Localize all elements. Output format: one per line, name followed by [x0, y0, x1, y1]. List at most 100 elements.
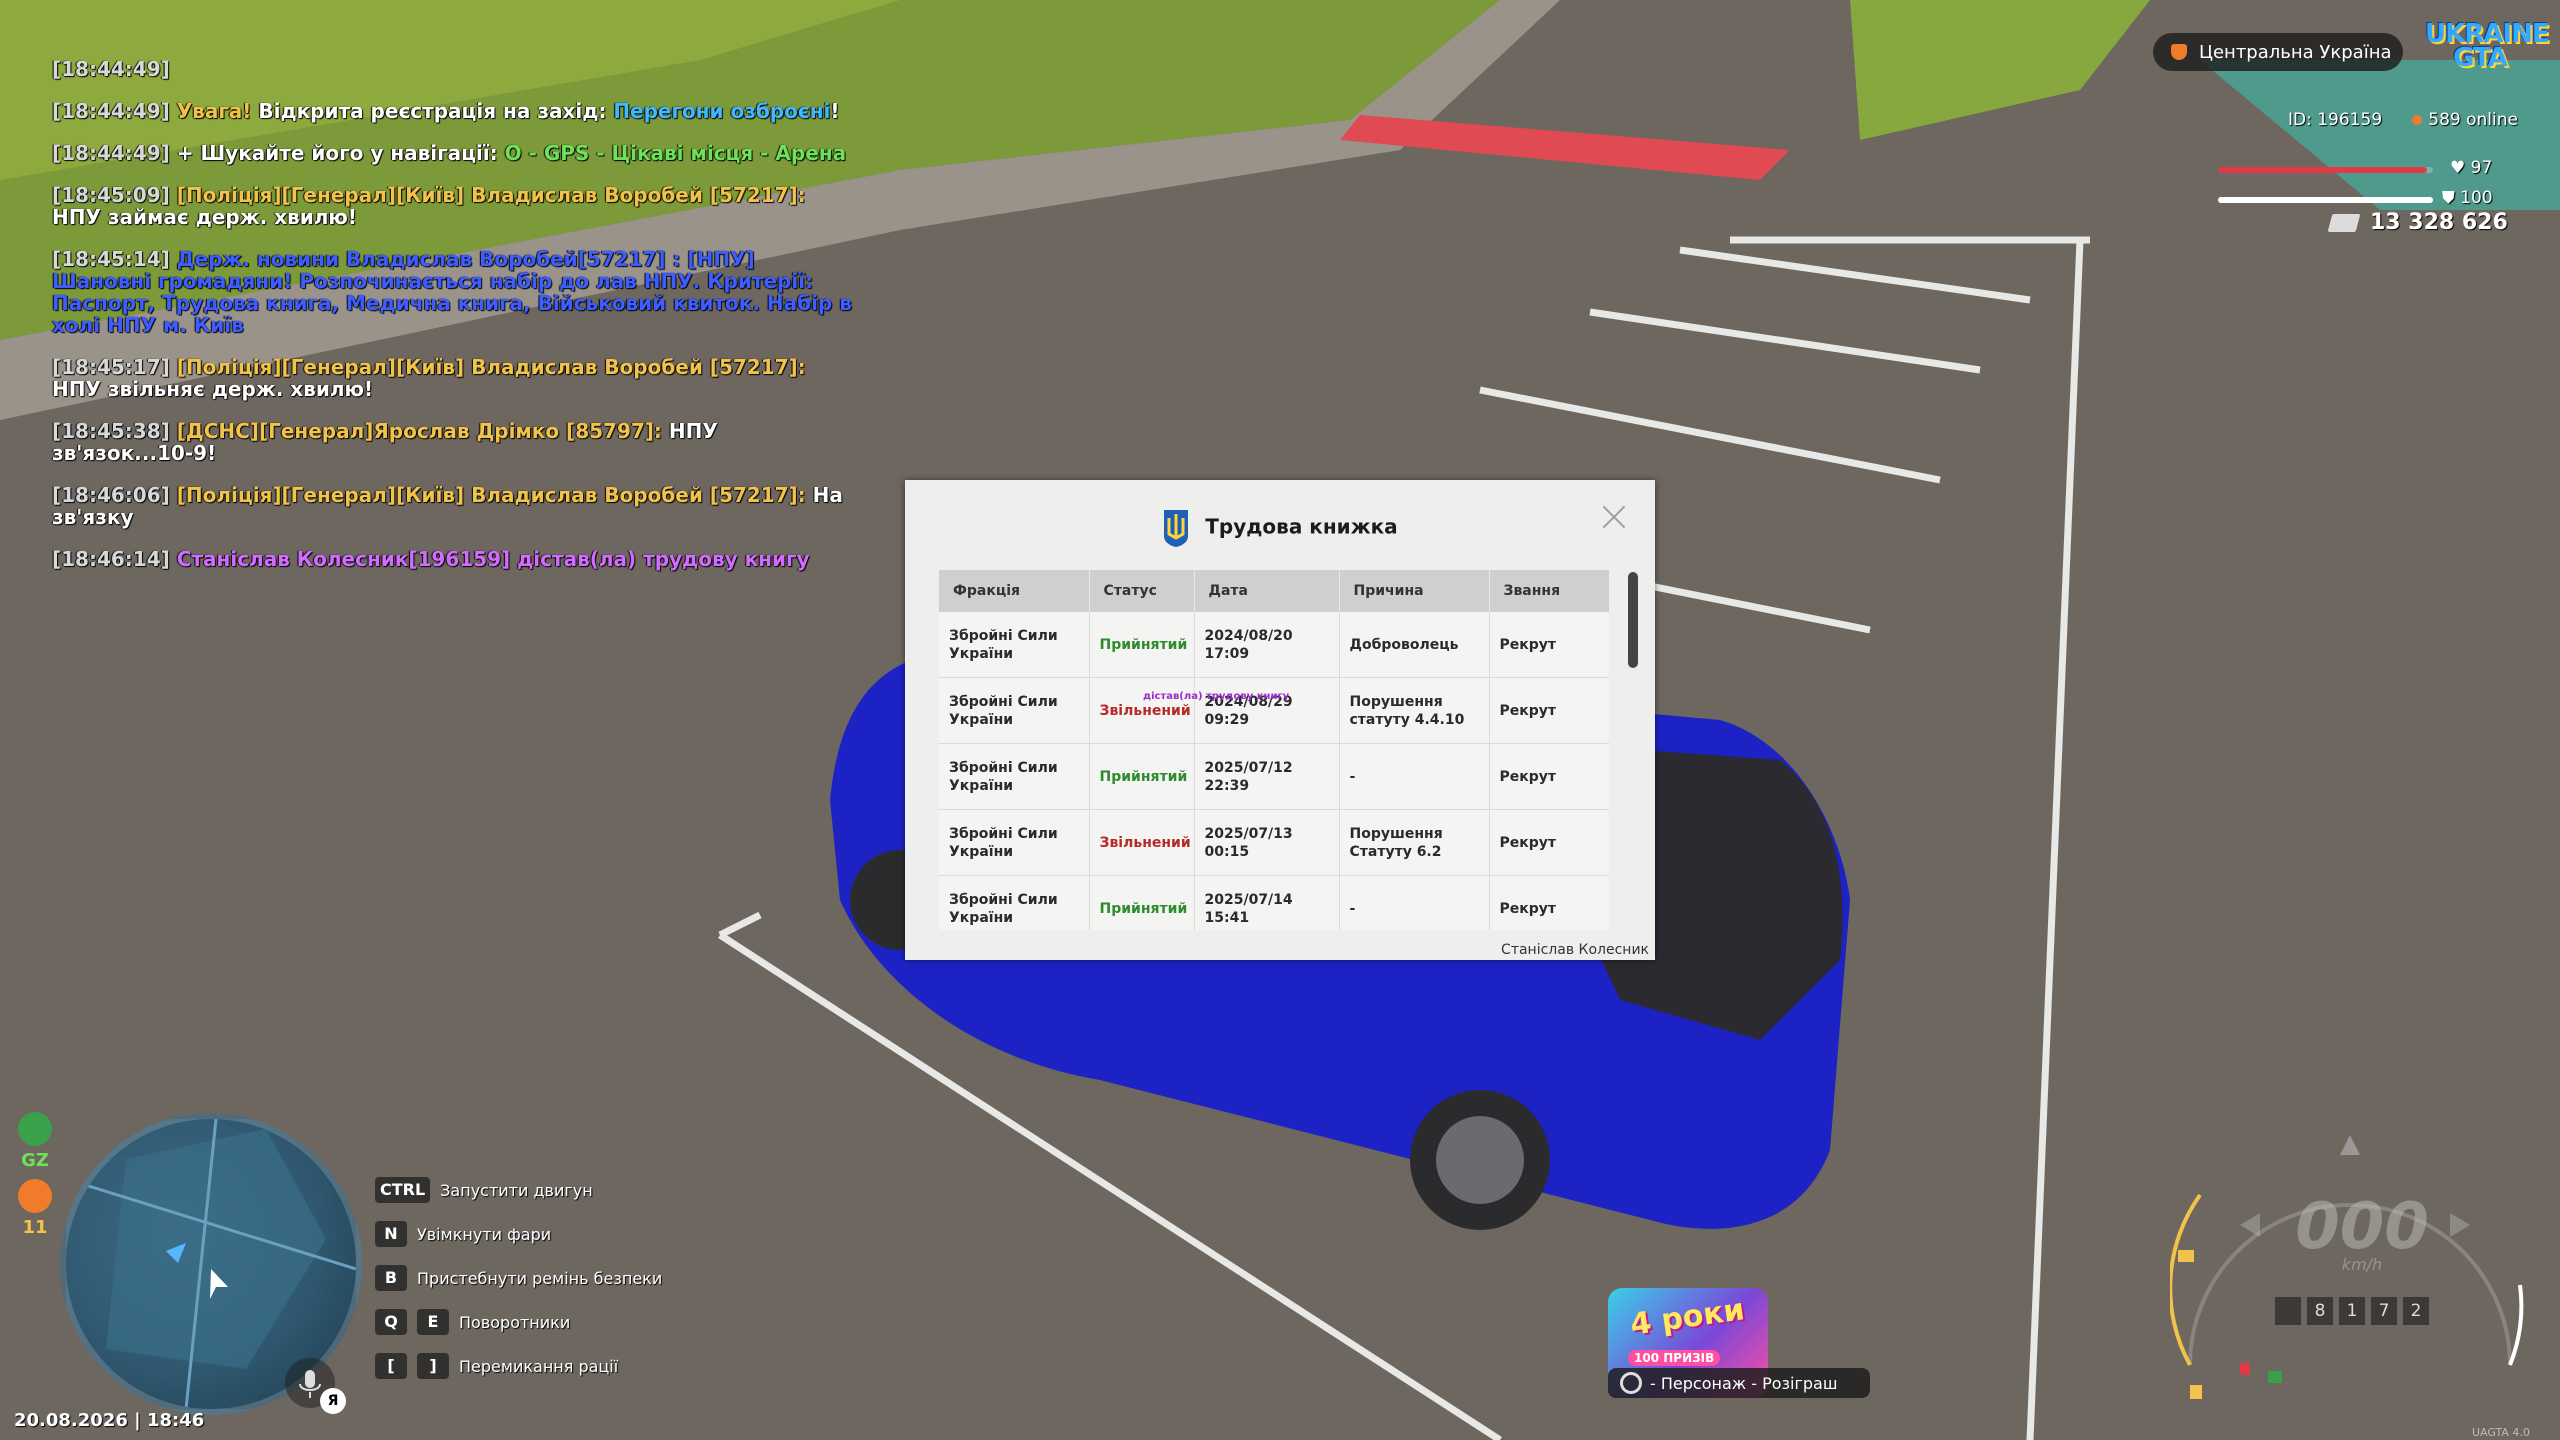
- key-cap: E: [417, 1309, 449, 1335]
- cell-rank: Рекрут: [1489, 809, 1609, 876]
- armor-bar-track: [2218, 197, 2433, 203]
- chat-line: [18:45:17] [Поліція][Генерал][Київ] Влад…: [52, 356, 852, 400]
- key-cap: [: [375, 1353, 407, 1379]
- chat-text: [Поліція][Генерал][Київ] Владислав Вороб…: [176, 183, 806, 207]
- chat-timestamp: [18:45:09]: [52, 183, 170, 207]
- chat-timestamp: [18:44:49]: [52, 57, 170, 81]
- cell-date: 2025/07/12 22:39: [1194, 743, 1340, 810]
- cell-status: Прийнятий: [1089, 875, 1195, 930]
- chat-line: [18:45:09] [Поліція][Генерал][Київ] Влад…: [52, 184, 852, 228]
- promo-banner[interactable]: 4 роки 100 ПРИЗІВ - Персонаж - Розіграш: [1600, 1240, 1870, 1400]
- key-cap: ]: [417, 1353, 449, 1379]
- chat-line: [18:44:49] + Шукайте його у навігації: O…: [52, 142, 852, 164]
- health-bar-fill: [2218, 167, 2427, 173]
- table-row: Збройні Сили України Прийнятий 2024/08/20 …: [939, 612, 1609, 678]
- money-display: 13 328 626: [2327, 210, 2510, 235]
- lock-icon: [2178, 1250, 2194, 1262]
- cell-faction: Збройні Сили України: [939, 612, 1090, 678]
- cell-status: Прийнятий: [1089, 743, 1195, 810]
- fuel-icon: [2190, 1385, 2202, 1399]
- work-book-modal: Трудова книжка Фракція Статус Дата Причи…: [905, 480, 1655, 960]
- chat-line: [18:44:49]: [52, 58, 852, 80]
- modal-title: Трудова книжка: [1205, 514, 1398, 539]
- col-date: Дата: [1194, 570, 1340, 612]
- promo-action-bar: - Персонаж - Розіграш: [1608, 1368, 1870, 1398]
- chat-text: [Поліція][Генерал][Київ] Владислав Вороб…: [176, 355, 806, 379]
- cell-date: 2025/07/13 00:15: [1194, 809, 1340, 876]
- table-row: Збройні Сили України Звільнений 2024/08/29…: [939, 677, 1609, 744]
- armor-icon-value: ⛊ 100: [2442, 188, 2493, 208]
- cell-date: 2024/08/20 17:09: [1194, 612, 1340, 678]
- odometer-digit: 1: [2339, 1297, 2365, 1325]
- warning-triangle-icon: [2340, 1135, 2360, 1155]
- region-name: Центральна Україна: [2199, 41, 2392, 63]
- health-bar-track: [2218, 167, 2433, 173]
- key-hint-label: Запустити двигун: [440, 1180, 593, 1200]
- col-faction: Фракція: [939, 570, 1090, 612]
- chat-text: НПУ займає держ. хвилю!: [52, 205, 357, 229]
- online-icon: [2412, 115, 2423, 125]
- armor-bar-fill: [2218, 197, 2433, 203]
- chat-text: [Поліція][Генерал][Київ] Владислав Вороб…: [176, 483, 806, 507]
- cell-faction: Збройні Сили України: [939, 809, 1090, 876]
- fuel-low-icon: [2240, 1363, 2250, 1375]
- table-scrollbar[interactable]: [1628, 572, 1638, 668]
- key-hint: CTRL Запустити двигун: [375, 1175, 662, 1205]
- money-icon: [2327, 213, 2361, 232]
- promo-action-text: - Персонаж - Розіграш: [1650, 1373, 1838, 1393]
- cell-date: 2024/08/29 09:29: [1194, 677, 1340, 744]
- chat-text: Станіслав Колесник[196159] дістав(ла) тр…: [176, 547, 810, 571]
- left-turn-icon: [2240, 1213, 2260, 1237]
- record-owner: Станіслав Колесник: [1501, 942, 1649, 958]
- o-key-icon: [1620, 1372, 1642, 1394]
- key-hint-label: Пристебнути ремінь безпеки: [417, 1268, 663, 1288]
- cell-date: 2025/07/14 15:41: [1194, 875, 1340, 930]
- key-hint: [] Перемикання рації: [375, 1351, 662, 1381]
- chat-text: НПУ звільняє держ. хвилю!: [52, 377, 374, 401]
- chat-line: [18:46:14] Станіслав Колесник[196159] ді…: [52, 548, 852, 570]
- key-cap: B: [375, 1265, 407, 1291]
- region-indicator: Центральна Україна: [2153, 33, 2403, 71]
- engine-icon: [2268, 1371, 2282, 1383]
- cell-rank: Рекрут: [1489, 875, 1609, 930]
- key-hint-label: Перемикання рації: [459, 1356, 619, 1376]
- key-hint: Q E Поворотники: [375, 1307, 662, 1337]
- health-value: 97: [2470, 158, 2493, 178]
- online-count: 589 online: [2412, 110, 2518, 130]
- close-button[interactable]: [1599, 502, 1629, 532]
- money-value: 13 328 626: [2370, 210, 2508, 235]
- cell-reason: Порушення Статуту 6.2: [1339, 809, 1490, 876]
- cell-faction: Збройні Сили України: [939, 875, 1090, 930]
- chat-timestamp: [18:46:14]: [52, 547, 170, 571]
- odometer-digit: 7: [2371, 1297, 2397, 1325]
- chat-line: [18:44:49] Увага! Відкрита реєстрація на…: [52, 100, 852, 122]
- armor-value: 100: [2460, 188, 2493, 208]
- odometer-digit: 8: [2307, 1297, 2333, 1325]
- work-history-table: Фракція Статус Дата Причина Звання Зброй…: [939, 570, 1609, 930]
- chat-line: [18:45:14] Держ. новини Владислав Воробе…: [52, 248, 852, 336]
- chat-text: Держ. новини Владислав Воробей[57217] : …: [52, 247, 852, 337]
- game-logo: UKRAINE GTA: [2425, 21, 2550, 78]
- green-zone-icon: [18, 1112, 52, 1146]
- cell-rank: Рекрут: [1489, 743, 1609, 810]
- cell-faction: Збройні Сили України: [939, 743, 1090, 810]
- work-history-table-wrap[interactable]: Фракція Статус Дата Причина Звання Зброй…: [939, 570, 1609, 930]
- player-id: ID: 196159: [2288, 110, 2383, 130]
- key-hint: N Увімкнути фари: [375, 1219, 662, 1249]
- key-cap: Q: [375, 1309, 407, 1335]
- chat-line: [18:46:06] [Поліція][Генерал][Київ] Влад…: [52, 484, 852, 528]
- key-hint-label: Поворотники: [459, 1312, 571, 1332]
- location-shield-icon: [2171, 44, 2187, 60]
- key-hint-label: Увімкнути фари: [417, 1224, 552, 1244]
- online-text: 589 online: [2428, 110, 2518, 130]
- right-turn-icon: [2450, 1213, 2470, 1237]
- key-cap: CTRL: [375, 1177, 431, 1203]
- chat-timestamp: [18:44:49]: [52, 99, 170, 123]
- cell-rank: Рекрут: [1489, 677, 1609, 744]
- col-reason: Причина: [1339, 570, 1490, 612]
- version-label: UAGTA 4.0: [2472, 1426, 2530, 1439]
- health-icon-value: ♥ 97: [2450, 158, 2493, 178]
- logo-line2: GTA: [2453, 43, 2508, 73]
- player-info-row: ID: 196159 589 online: [2288, 110, 2518, 130]
- speed-value: 000: [2295, 1190, 2429, 1264]
